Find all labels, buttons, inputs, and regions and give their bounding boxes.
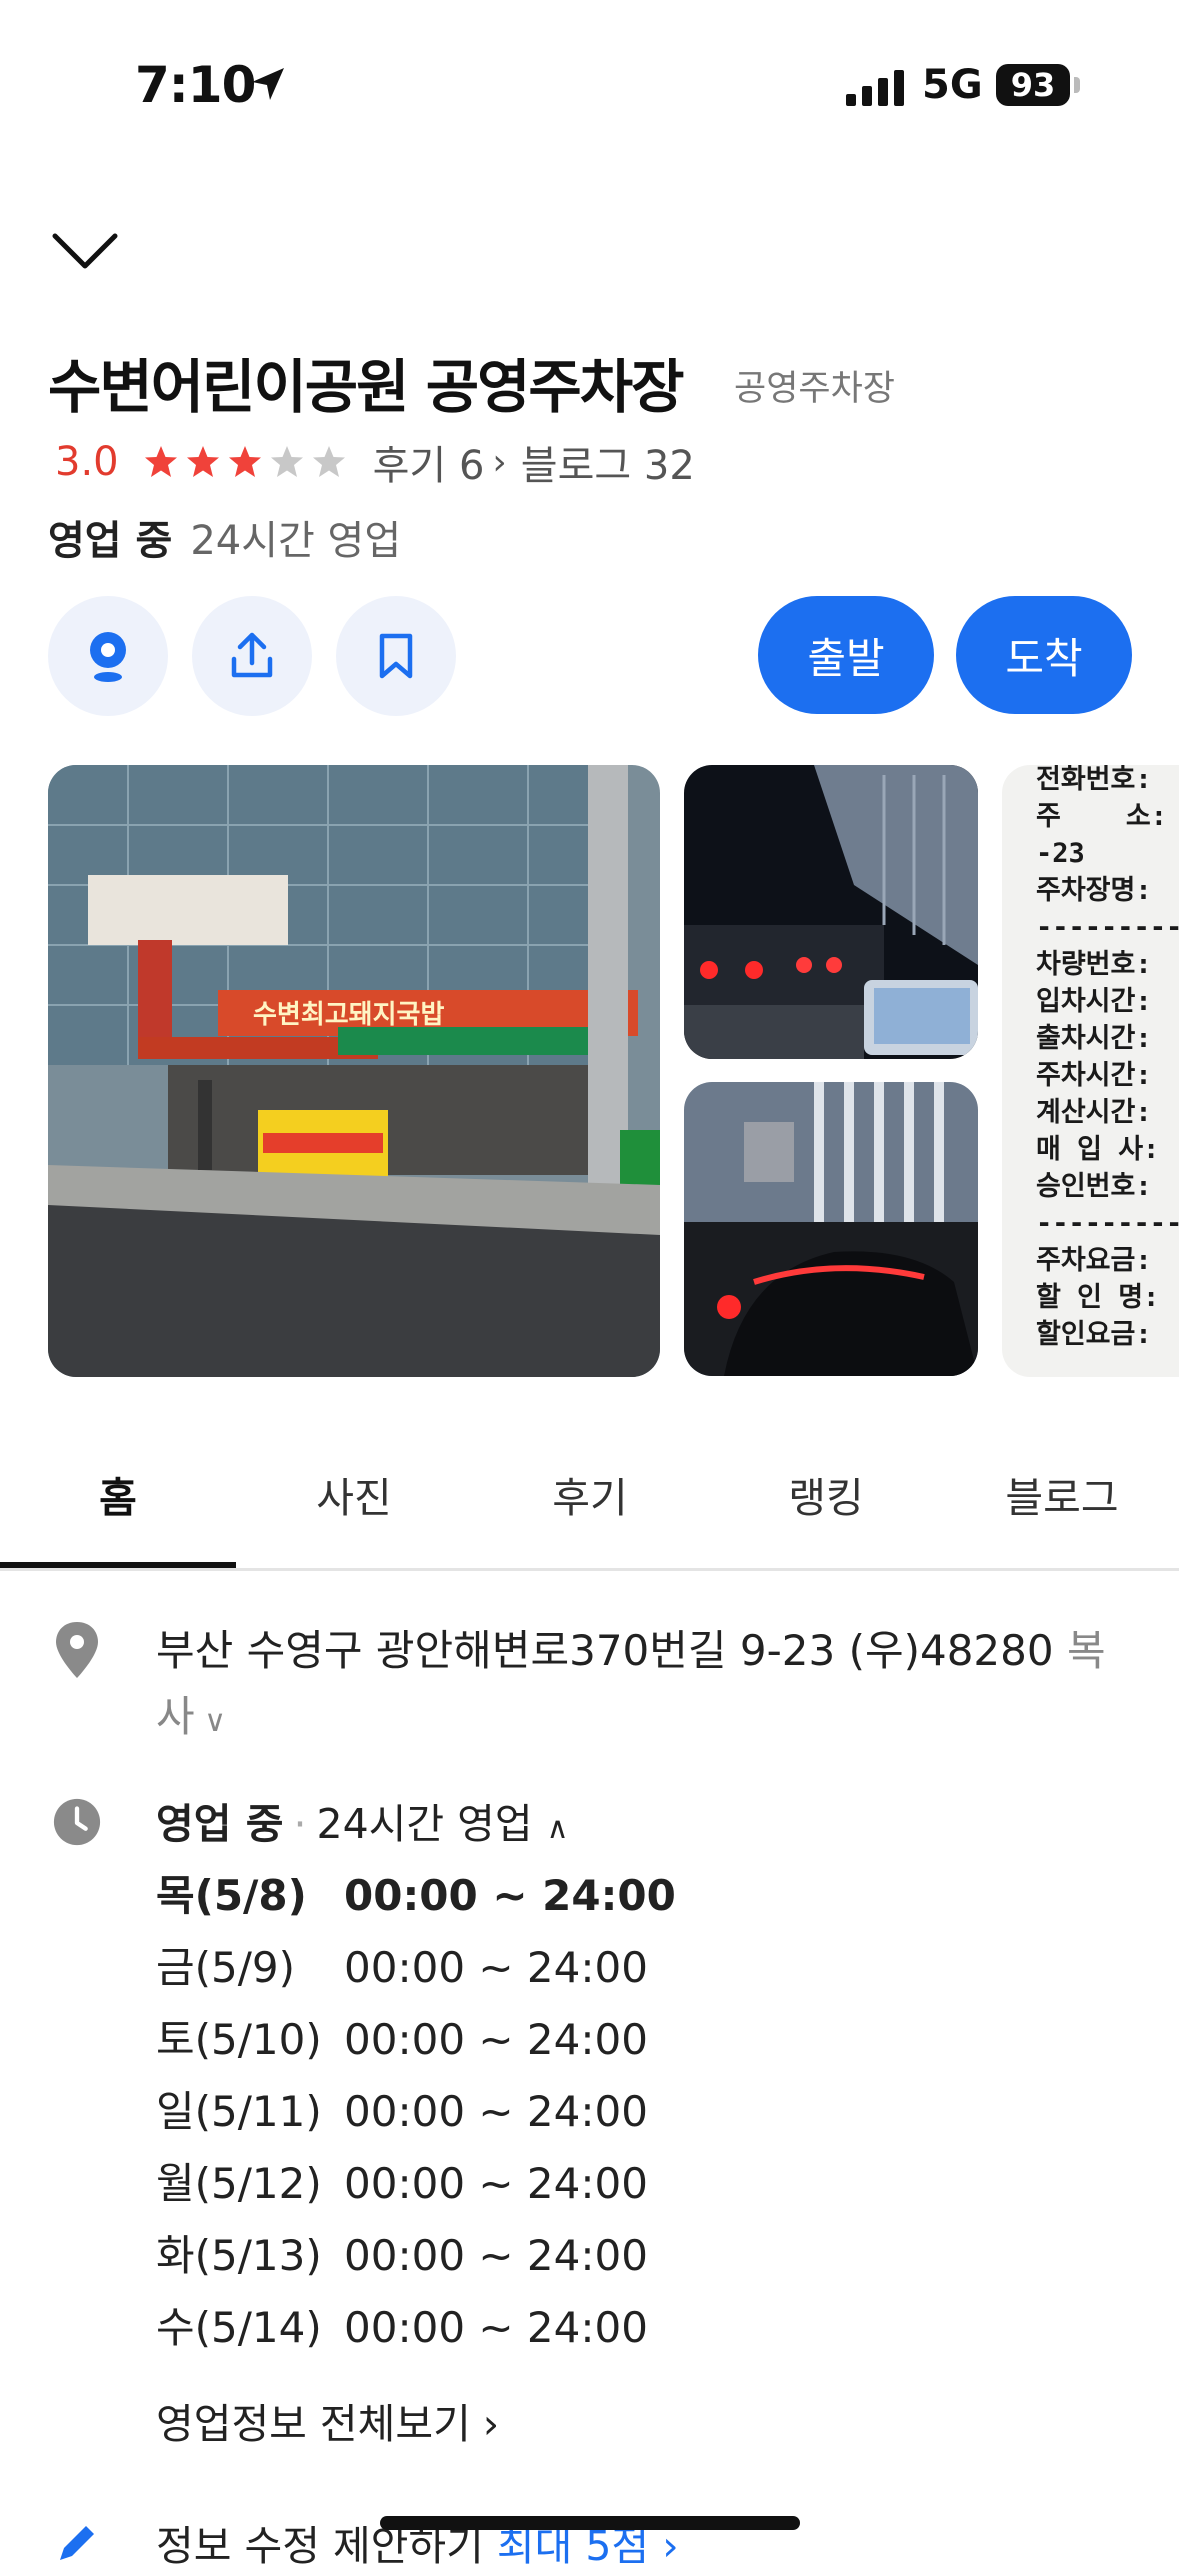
street-view-button[interactable]	[48, 596, 168, 716]
arrive-button[interactable]: 도착	[956, 596, 1132, 714]
receipt-line: 출차시간:	[1036, 1023, 1152, 1054]
network-type: 5G	[922, 62, 983, 108]
receipt-line: 입차시간:	[1036, 986, 1152, 1017]
star-empty-icon	[270, 446, 303, 477]
rating-value: 3.0	[55, 439, 119, 485]
rating-row: 3.0 후기 6 › 블로그 32	[55, 432, 695, 492]
hours-row: 토(5/10) 00:00 ~ 24:00	[156, 2006, 648, 2067]
receipt-line: -23	[1036, 838, 1085, 869]
chevron-right-icon[interactable]: ›	[492, 442, 506, 483]
receipt-line: 차량번호:	[1036, 949, 1152, 980]
battery-icon: 93	[996, 64, 1070, 106]
hours-day: 월(5/12)	[156, 2159, 322, 2208]
place-title: 수변어린이공원 공영주차장	[48, 353, 685, 421]
receipt-text: 전화번호: 주 소: -23 주차장명: --------- 차량번호: 입차시간: 출차시간…	[1036, 765, 1179, 1353]
place-category: 공영주차장	[734, 369, 896, 409]
home-indicator	[380, 2516, 800, 2530]
hours-row: 화(5/13) 00:00 ~ 24:00	[156, 2222, 648, 2283]
pencil-icon	[60, 2526, 94, 2560]
hours-row: 목(5/8) 00:00 ~ 24:00	[156, 1862, 676, 1923]
hours-row: 월(5/12) 00:00 ~ 24:00	[156, 2150, 648, 2211]
share-button[interactable]	[192, 596, 312, 716]
signal-icon	[846, 70, 904, 106]
address-text: 부산 수영구 광안해변로370번길 9-23 (우)48280	[156, 1626, 1054, 1675]
hours-day: 목(5/8)	[156, 1871, 307, 1920]
receipt-line: ---------	[1036, 1208, 1179, 1239]
tab-photos[interactable]: 사진	[236, 1420, 472, 1568]
receipt-line: 할인요금:	[1036, 1319, 1152, 1350]
expand-chevron-icon[interactable]: ∨	[195, 1704, 226, 1739]
main-sign-text: 수변최고돼지국밥	[253, 999, 444, 1029]
receipt-line: 전화번호:	[1036, 765, 1152, 795]
photo-receipt[interactable]: 전화번호: 주 소: -23 주차장명: --------- 차량번호: 입차시간: 출차시간…	[1002, 765, 1179, 1377]
view-all-hours-link[interactable]: 영업정보 전체보기 ›	[156, 2390, 499, 2450]
tab-bar: 홈 사진 후기 랭킹 블로그	[0, 1420, 1179, 1571]
receipt-line: 주차장명:	[1036, 875, 1152, 906]
save-bookmark-button[interactable]	[336, 596, 456, 716]
battery-tip	[1074, 77, 1080, 93]
receipt-line: 할 인 명:	[1036, 1282, 1160, 1313]
hours-day: 일(5/11)	[156, 2087, 322, 2136]
street-view-icon	[90, 632, 126, 682]
hours-header[interactable]: 영업 중 · 24시간 영업 ∧	[156, 1790, 569, 1850]
receipt-line: 주차시간:	[1036, 1060, 1152, 1091]
receipt-line: 주차요금:	[1036, 1245, 1152, 1276]
star-filled-icon	[144, 446, 177, 477]
hours-day: 금(5/9)	[156, 1943, 296, 1992]
tab-blog[interactable]: 블로그	[944, 1420, 1179, 1568]
hours-status: 영업 중	[156, 1800, 284, 1848]
hours-time: 00:00 ~ 24:00	[344, 2087, 648, 2136]
hours-time: 00:00 ~ 24:00	[344, 1871, 676, 1920]
depart-button[interactable]: 출발	[758, 596, 934, 714]
address-block: 부산 수영구 광안해변로370번길 9-23 (우)48280 복사 ∨	[156, 1618, 1136, 1755]
hours-day: 수(5/14)	[156, 2303, 322, 2352]
star-filled-icon	[186, 446, 219, 477]
hours-summary: 24시간 영업	[316, 1800, 533, 1848]
photo-night-2[interactable]	[684, 1082, 978, 1376]
star-filled-icon	[228, 446, 261, 477]
reviews-link[interactable]: 후기 6	[373, 433, 485, 491]
share-icon	[231, 632, 273, 678]
hours-time: 00:00 ~ 24:00	[344, 2231, 648, 2280]
hours-day: 토(5/10)	[156, 2015, 322, 2064]
blog-count-link[interactable]: 블로그 32	[521, 433, 695, 491]
view-all-hours-label: 영업정보 전체보기	[156, 2400, 471, 2448]
receipt-line: 주 소:	[1036, 801, 1167, 832]
clock-icon	[53, 1798, 101, 1846]
star-rating	[143, 444, 353, 480]
separator-dot: ·	[293, 1800, 307, 1848]
location-pin-icon	[56, 1622, 98, 1678]
open-status: 영업 중	[48, 518, 173, 564]
hours-time: 00:00 ~ 24:00	[344, 1943, 648, 1992]
receipt-line: 승인번호:	[1036, 1171, 1152, 1202]
star-empty-icon	[312, 446, 345, 477]
active-tab-indicator	[0, 1562, 236, 1568]
photo-night-1[interactable]	[684, 765, 978, 1059]
photo-main[interactable]: 수변최고돼지국밥	[48, 765, 660, 1377]
chevron-up-icon[interactable]: ∧	[547, 1811, 569, 1846]
receipt-line: 계산시간:	[1036, 1097, 1152, 1128]
battery-level: 93	[1010, 66, 1056, 104]
status-time: 7:10	[135, 56, 256, 114]
chevron-right-icon: ›	[482, 2400, 500, 2448]
open-hours-summary: 24시간 영업	[190, 518, 402, 564]
bookmark-icon	[379, 633, 413, 679]
hours-row: 일(5/11) 00:00 ~ 24:00	[156, 2078, 648, 2139]
hours-day: 화(5/13)	[156, 2231, 322, 2280]
hours-time: 00:00 ~ 24:00	[344, 2159, 648, 2208]
hours-time: 00:00 ~ 24:00	[344, 2303, 648, 2352]
hours-row: 수(5/14) 00:00 ~ 24:00	[156, 2294, 648, 2355]
receipt-line: ---------	[1036, 912, 1179, 943]
tab-reviews[interactable]: 후기	[472, 1420, 708, 1568]
hours-row: 금(5/9) 00:00 ~ 24:00	[156, 1934, 648, 1995]
tab-home[interactable]: 홈	[0, 1420, 236, 1568]
hours-time: 00:00 ~ 24:00	[344, 2015, 648, 2064]
receipt-line: 매 입 사:	[1036, 1134, 1160, 1165]
location-arrow-icon	[252, 68, 284, 100]
open-status-row: 영업 중 24시간 영업	[48, 508, 401, 566]
tab-ranking[interactable]: 랭킹	[708, 1420, 944, 1568]
chevron-down-icon[interactable]	[50, 228, 120, 274]
